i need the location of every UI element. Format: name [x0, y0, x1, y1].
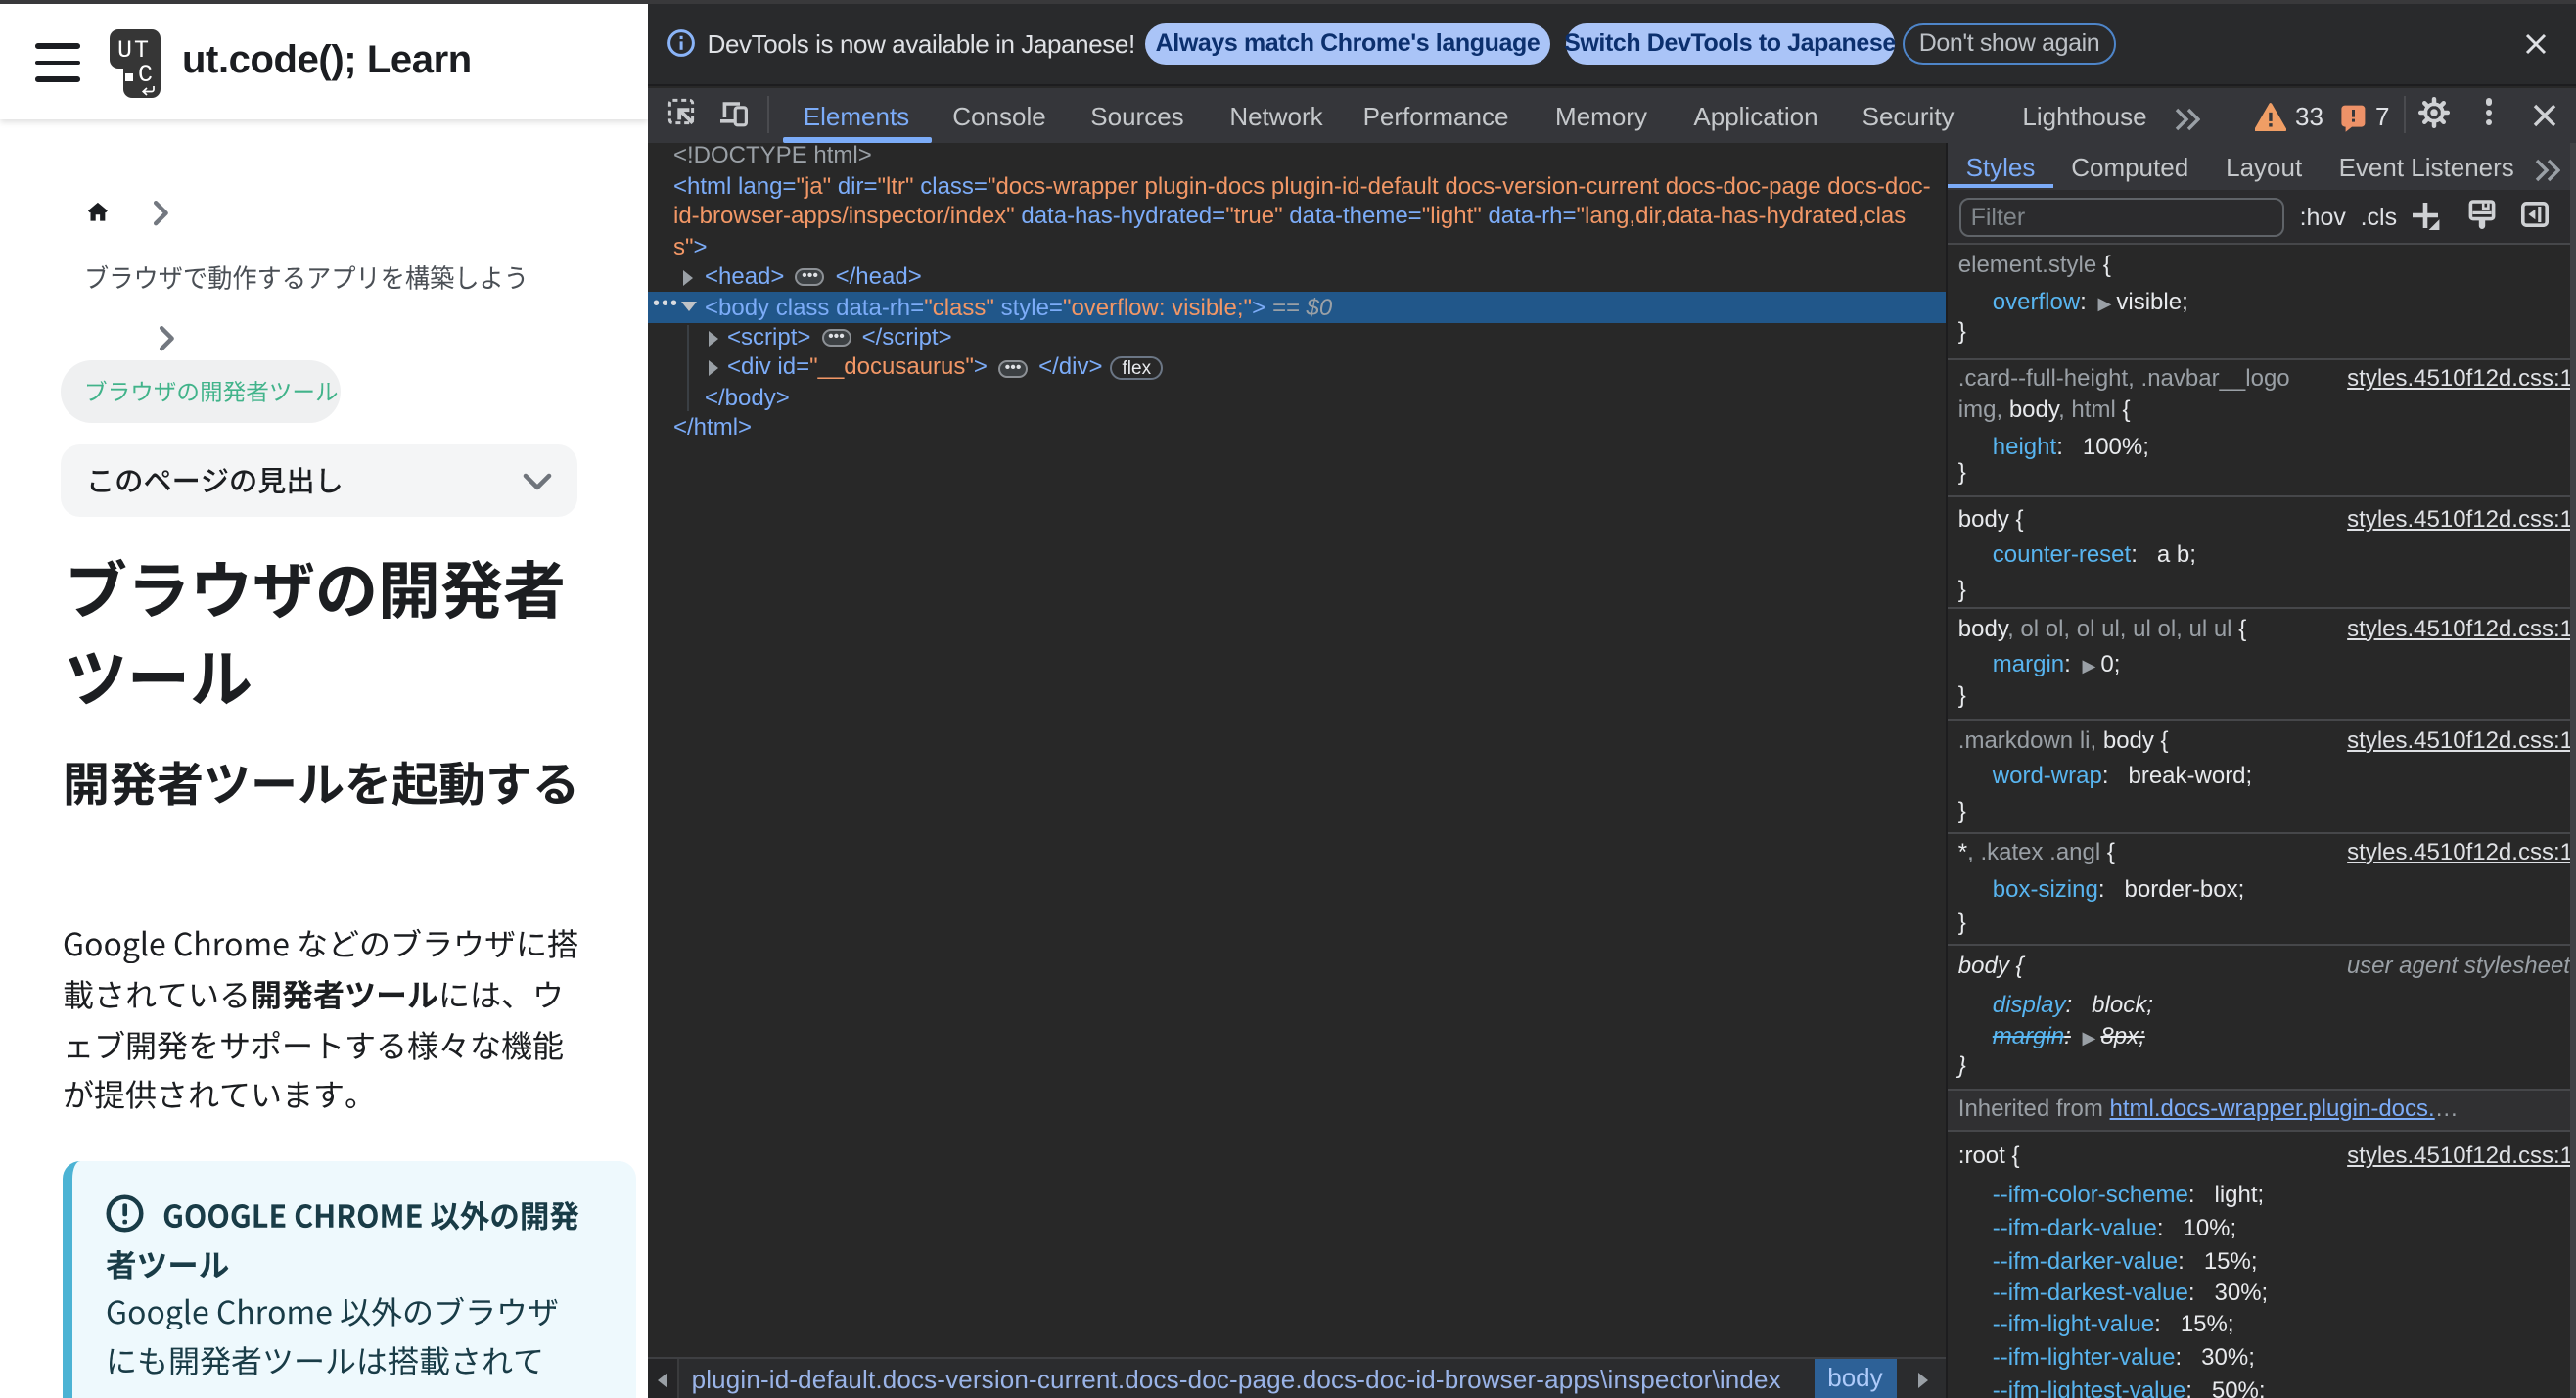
svg-text:U: U [117, 35, 132, 64]
svg-text:C: C [138, 60, 153, 88]
